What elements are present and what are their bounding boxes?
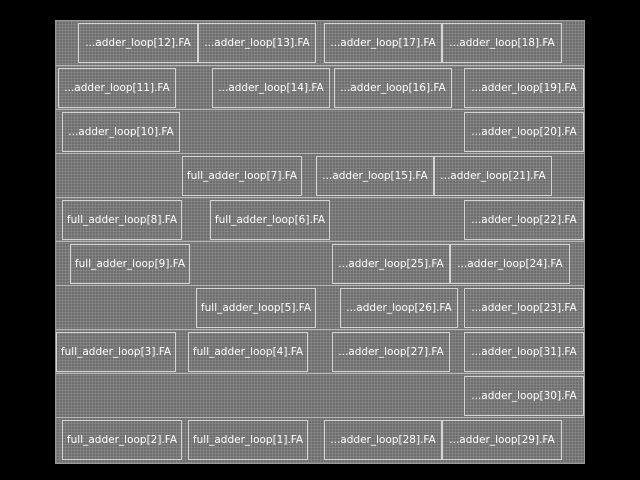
cell-label: ...adder_loop[26].FA [346,301,452,314]
cell-instance[interactable]: ...adder_loop[24].FA [450,244,570,284]
cell-instance[interactable]: full_adder_loop[6].FA [210,200,330,240]
cell-instance[interactable]: ...adder_loop[14].FA [212,68,330,108]
cell-instance[interactable]: ...adder_loop[29].FA [442,420,562,460]
cell-instance[interactable]: full_adder_loop[9].FA [70,244,190,284]
cell-instance[interactable]: full_adder_loop[1].FA [188,420,308,460]
cell-instance[interactable]: ...adder_loop[27].FA [332,332,450,372]
cell-instance[interactable]: full_adder_loop[8].FA [62,200,182,240]
cell-label: full_adder_loop[6].FA [214,213,326,226]
row-divider [56,197,584,198]
cell-label: ...adder_loop[15].FA [322,169,428,182]
row-divider [56,153,584,154]
cell-instance[interactable]: ...adder_loop[17].FA [324,23,442,63]
layout-canvas[interactable]: ...adder_loop[12].FA ...adder_loop[13].F… [55,20,585,464]
cell-instance[interactable]: ...adder_loop[19].FA [464,68,584,108]
cell-label: ...adder_loop[20].FA [471,125,577,138]
cell-instance[interactable]: ...adder_loop[22].FA [464,200,584,240]
cell-label: ...adder_loop[23].FA [471,301,577,314]
row-divider [56,417,584,418]
cell-instance[interactable]: full_adder_loop[7].FA [182,156,302,196]
cell-label: ...adder_loop[17].FA [330,36,436,49]
cell-instance[interactable]: ...adder_loop[13].FA [198,23,316,63]
cell-instance[interactable]: ...adder_loop[15].FA [316,156,434,196]
cell-instance[interactable]: ...adder_loop[10].FA [62,112,180,152]
cell-label: ...adder_loop[31].FA [471,345,577,358]
cell-label: ...adder_loop[30].FA [471,389,577,402]
cell-instance[interactable]: ...adder_loop[31].FA [464,332,584,372]
cell-label: full_adder_loop[1].FA [192,433,304,446]
cell-label: full_adder_loop[8].FA [66,213,178,226]
cell-instance[interactable]: full_adder_loop[2].FA [62,420,182,460]
row-divider [56,109,584,110]
cell-label: ...adder_loop[14].FA [218,81,324,94]
cell-label: ...adder_loop[22].FA [471,213,577,226]
cell-label: ...adder_loop[13].FA [204,36,310,49]
cell-instance[interactable]: ...adder_loop[12].FA [78,23,198,63]
cell-label: full_adder_loop[7].FA [186,169,298,182]
cell-label: ...adder_loop[29].FA [449,433,555,446]
cell-label: ...adder_loop[10].FA [68,125,174,138]
cell-instance[interactable]: full_adder_loop[4].FA [188,332,308,372]
cell-instance[interactable]: ...adder_loop[16].FA [334,68,452,108]
cell-label: ...adder_loop[18].FA [449,36,555,49]
cell-label: ...adder_loop[25].FA [338,257,444,270]
cell-label: ...adder_loop[28].FA [330,433,436,446]
cell-instance[interactable]: ...adder_loop[25].FA [332,244,450,284]
cell-instance[interactable]: ...adder_loop[18].FA [442,23,562,63]
cell-label: ...adder_loop[19].FA [471,81,577,94]
row-divider [56,373,584,374]
cell-label: full_adder_loop[9].FA [74,257,186,270]
row-divider [56,285,584,286]
cell-instance[interactable]: full_adder_loop[5].FA [196,288,316,328]
cell-label: ...adder_loop[11].FA [64,81,170,94]
cell-instance[interactable]: full_adder_loop[3].FA [56,332,176,372]
cell-label: full_adder_loop[3].FA [60,345,172,358]
row-divider [56,329,584,330]
cell-instance[interactable]: ...adder_loop[26].FA [340,288,458,328]
cell-instance[interactable]: ...adder_loop[11].FA [58,68,176,108]
cell-label: ...adder_loop[27].FA [338,345,444,358]
cell-instance[interactable]: ...adder_loop[23].FA [464,288,584,328]
cell-label: ...adder_loop[24].FA [457,257,563,270]
cell-label: ...adder_loop[16].FA [340,81,446,94]
cell-instance[interactable]: ...adder_loop[20].FA [464,112,584,152]
cell-label: ...adder_loop[12].FA [85,36,191,49]
cell-label: full_adder_loop[5].FA [200,301,312,314]
cell-instance[interactable]: ...adder_loop[21].FA [434,156,552,196]
cell-label: full_adder_loop[2].FA [66,433,178,446]
row-divider [56,65,584,66]
cell-instance[interactable]: ...adder_loop[28].FA [324,420,442,460]
cell-label: full_adder_loop[4].FA [192,345,304,358]
cell-instance[interactable]: ...adder_loop[30].FA [464,376,584,416]
row-divider [56,241,584,242]
cell-label: ...adder_loop[21].FA [440,169,546,182]
